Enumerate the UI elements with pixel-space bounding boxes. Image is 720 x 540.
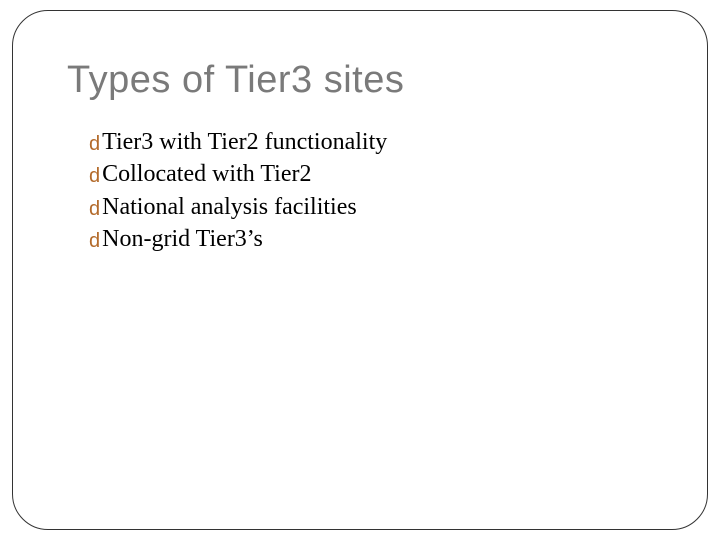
list-item: d National analysis facilities <box>89 191 659 223</box>
bullet-icon: d <box>89 231 100 251</box>
bullet-list: d Tier3 with Tier2 functionality d Collo… <box>89 126 659 256</box>
bullet-text: National analysis facilities <box>102 191 659 223</box>
bullet-icon: d <box>89 134 100 154</box>
bullet-icon: d <box>89 166 100 186</box>
list-item: d Tier3 with Tier2 functionality <box>89 126 659 158</box>
slide-title: Types of Tier3 sites <box>67 59 659 102</box>
slide-frame: Types of Tier3 sites d Tier3 with Tier2 … <box>12 10 708 530</box>
bullet-text: Non-grid Tier3’s <box>102 223 659 255</box>
list-item: d Collocated with Tier2 <box>89 158 659 190</box>
slide: Types of Tier3 sites d Tier3 with Tier2 … <box>0 0 720 540</box>
bullet-icon: d <box>89 199 100 219</box>
bullet-text: Collocated with Tier2 <box>102 158 659 190</box>
bullet-text: Tier3 with Tier2 functionality <box>102 126 659 158</box>
list-item: d Non-grid Tier3’s <box>89 223 659 255</box>
